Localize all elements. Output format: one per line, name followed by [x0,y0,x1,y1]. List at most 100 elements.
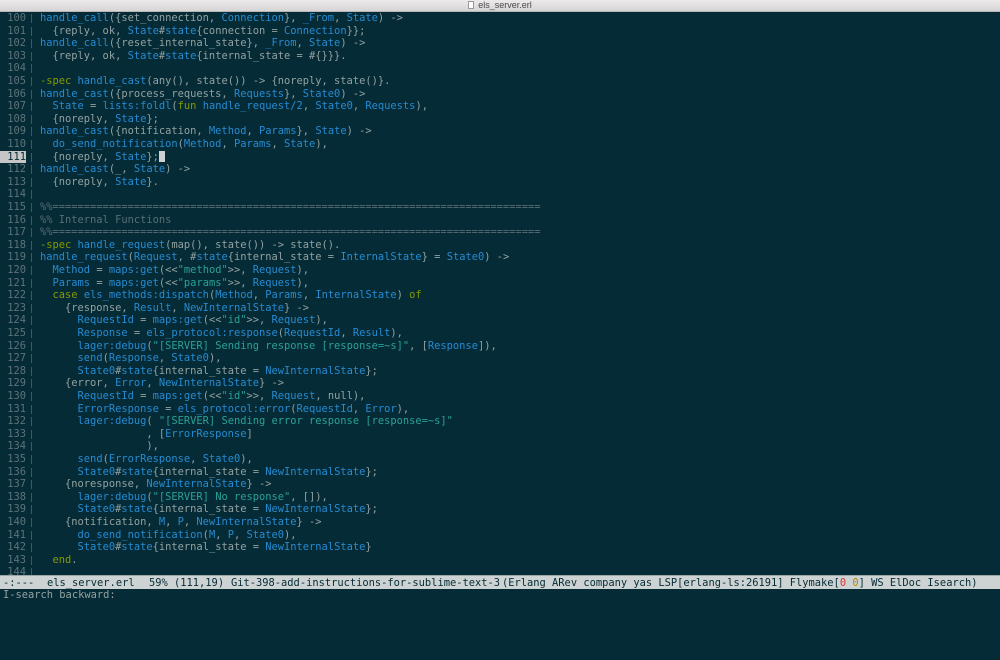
token: {noresponse, [40,478,147,491]
code-line[interactable]: 140 {notification, M, P, NewInternalStat… [0,516,1000,529]
code-line[interactable]: 120 Method = maps:get(<<"method">>, Requ… [0,264,1000,277]
code-line[interactable]: 118 -spec handle_request(map(), state()) … [0,239,1000,252]
code-line[interactable]: 108 {noreply, State}; [0,113,1000,126]
line-number: 117 [7,226,26,239]
code-line[interactable]: 109 handle_cast({notification, Method, Pa… [0,125,1000,138]
token: ({reset_internal_state}, [108,37,266,50]
token: State [133,163,166,176]
line-number: 128 [7,364,26,377]
code-line[interactable]: 128 State0#state{internal_state = NewInt… [0,365,1000,378]
token: "method" [177,264,228,276]
code-text: -spec handle_request(map(), state()) -> … [40,239,340,252]
buffer-status: -:--- [3,577,35,589]
code-line[interactable]: 126 lager:debug("[SERVER] Sending respon… [0,340,1000,353]
token: "id" [221,314,247,327]
code-line[interactable]: 125 Response = els_protocol:response(Req… [0,327,1000,340]
token: State0 [77,465,116,478]
minibuffer[interactable]: I-search backward: [0,589,1000,601]
code-line[interactable]: 119 handle_request(Request, #state{intern… [0,251,1000,264]
code-line[interactable]: 122 case els_methods:dispatch(Method, Pa… [0,289,1000,302]
token: ), [284,528,297,541]
code-line[interactable]: 127 send(Response, State0), [0,352,1000,365]
token: {error, [40,377,116,390]
line-number: 144 [7,566,26,575]
token: {noreply, [40,112,116,125]
token: {internal_state = [152,364,266,377]
token: State [315,125,347,138]
token: Params [233,138,272,150]
code-line[interactable]: 103 {reply, ok, State#state{internal_sta… [0,50,1000,63]
code-line[interactable]: 113 {noreply, State}. [0,176,1000,189]
fringe-divider [31,215,32,225]
token: "params" [177,276,228,289]
token: {connection = [196,24,285,37]
code-line[interactable]: 130 RequestId = maps:get(<<"id">>, Reque… [0,390,1000,403]
code-line[interactable]: 110 do_send_notification(Method, Params,… [0,138,1000,151]
code-text: %%======================================… [40,201,540,214]
code-line[interactable]: 102 handle_call({reset_internal_state}, _… [0,37,1000,50]
code-line[interactable]: 101 {reply, ok, State#state{connection =… [0,25,1000,38]
fringe-divider [31,253,32,263]
fringe-divider [31,316,32,326]
code-line[interactable]: 112 handle_cast(_, State) -> [0,163,1000,176]
token: = [127,327,147,339]
flymake-error-count[interactable]: 0 [840,577,846,589]
major-minor-modes[interactable]: (Erlang ARev company yas LSP[erlang-ls:2… [502,576,977,590]
code-line[interactable]: 124 RequestId = maps:get(<<"id">>, Reque… [0,314,1000,327]
code-line[interactable]: 136 State0#state{internal_state = NewInt… [0,466,1000,479]
token: = [158,402,178,415]
code-text: %% Internal Functions [40,214,171,227]
token: fun [177,100,197,113]
token: RequestId [284,327,341,339]
code-line[interactable]: 106 handle_cast({process_requests, Reques… [0,88,1000,101]
code-line[interactable]: 134 ), [0,440,1000,453]
token: ({notification, [108,125,209,138]
line-number: 120 [7,264,26,276]
code-line[interactable]: 133 , [ErrorResponse] [0,428,1000,441]
code-line[interactable]: 114 [0,188,1000,201]
token: }; [365,465,378,478]
token: , [183,516,197,528]
token: , [ [409,339,428,352]
code-line[interactable]: 117 %%===================================… [0,226,1000,239]
code-line[interactable]: 138 lager:debug("[SERVER] No response", … [0,491,1000,504]
fringe-divider [31,203,32,212]
code-line[interactable]: 121 Params = maps:get(<<"params">>, Requ… [0,277,1000,290]
code-line[interactable]: 123 {response, Result, NewInternalState}… [0,302,1000,315]
code-line[interactable]: 135 send(ErrorResponse, State0), [0,453,1000,466]
code-line[interactable]: 142 State0#state{internal_state = NewInt… [0,541,1000,554]
editor-area[interactable]: 100 handle_call({set_connection, Connecti… [0,12,1000,575]
window-title: els_server.erl [478,0,532,10]
code-line[interactable]: 144 [0,566,1000,575]
code-line[interactable]: 141 do_send_notification(M, P, State0), [0,529,1000,542]
code-line[interactable]: 137 {noresponse, NewInternalState} -> [0,478,1000,491]
token: NewInternalState [196,516,297,528]
token: ) -> [340,87,366,100]
code-line[interactable]: 104 [0,62,1000,75]
code-line[interactable]: 116 %% Internal Functions [0,214,1000,227]
token: , [190,453,203,465]
code-line[interactable]: 129 {error, Error, NewInternalState} -> [0,377,1000,390]
token: Request [271,314,316,327]
token: {response, [40,301,134,314]
code-line[interactable]: 107 State = lists:foldl(fun handle_reque… [0,100,1000,113]
fringe-divider [31,240,32,250]
line-number: 121 [7,276,26,289]
code-line[interactable]: 100 handle_call({set_connection, Connecti… [0,12,1000,25]
token: , [352,402,366,415]
code-line[interactable]: 139 State0#state{internal_state = NewInt… [0,503,1000,516]
code-line[interactable]: 132 lager:debug( "[SERVER] Sending error… [0,415,1000,428]
code-line[interactable]: 115 %%===================================… [0,201,1000,214]
git-branch[interactable]: Git-398-add-instructions-for-sublime-tex… [231,576,500,590]
buffer-name[interactable]: els_server.erl [47,576,135,590]
code-line[interactable]: 143 end. [0,554,1000,567]
line-number: 114 [7,188,26,201]
code-line[interactable]: 131 ErrorResponse = els_protocol:error(R… [0,403,1000,416]
code-line[interactable]: 105 -spec handle_cast(any(), state()) -> … [0,75,1000,88]
code-line[interactable]: 111 {noreply, State}; [0,150,1000,164]
fringe-divider [31,140,32,149]
